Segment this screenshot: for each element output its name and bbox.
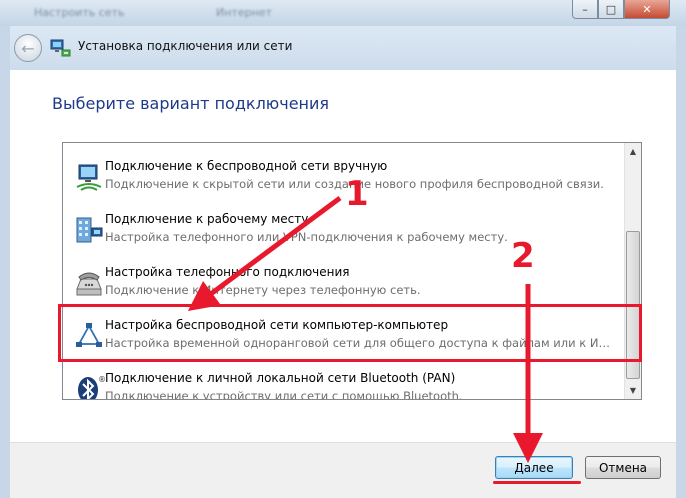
window-title: Установка подключения или сети — [78, 39, 293, 53]
page-heading: Выберите вариант подключения — [52, 94, 330, 113]
wireless-network-icon — [76, 164, 102, 191]
next-button-underline — [493, 481, 581, 484]
option-bluetooth-pan[interactable]: ® Подключение к личной локальной сети Bl… — [63, 365, 623, 400]
workplace-icon — [76, 217, 103, 243]
minimize-button[interactable]: – — [572, 0, 598, 19]
option-title: Подключение к беспроводной сети вручную — [105, 159, 388, 173]
highlight-box-adhoc — [58, 304, 642, 362]
option-title: Подключение к личной локальной сети Blue… — [105, 371, 456, 385]
window-border-right — [676, 26, 686, 498]
step-marker-1: 1 — [345, 174, 369, 214]
background-text: Интернет — [216, 6, 272, 19]
background-text: Настроить сеть — [34, 6, 125, 19]
next-button[interactable]: Далее — [495, 456, 573, 479]
option-description: Настройка телефонного или VPN-подключени… — [105, 230, 508, 244]
back-button[interactable]: ← — [14, 34, 42, 62]
window-border-left — [0, 26, 10, 498]
back-arrow-icon: ← — [21, 38, 35, 58]
window-controls: – □ ✕ — [572, 0, 670, 19]
network-setup-icon — [50, 39, 71, 57]
option-title: Подключение к рабочему месту — [105, 212, 309, 226]
scroll-down-icon[interactable]: ▼ — [625, 382, 641, 399]
option-workplace[interactable]: Подключение к рабочему месту Настройка т… — [63, 206, 623, 258]
close-button[interactable]: ✕ — [624, 0, 670, 19]
option-description: Подключение к Интернету через телефонную… — [105, 283, 421, 297]
maximize-button[interactable]: □ — [598, 0, 624, 19]
svg-text:®: ® — [98, 375, 105, 384]
step-marker-2: 2 — [511, 236, 535, 276]
telephone-icon — [76, 272, 102, 296]
scroll-up-icon[interactable]: ▲ — [625, 143, 641, 160]
wizard-content: Выберите вариант подключения Подключение… — [10, 70, 676, 442]
option-manual-wireless[interactable]: Подключение к беспроводной сети вручную … — [63, 153, 623, 205]
cancel-button[interactable]: Отмена — [585, 456, 661, 479]
option-description: Подключение к устройству или сети с помо… — [105, 389, 463, 400]
wizard-footer: Далее Отмена — [10, 442, 676, 498]
option-title: Настройка телефонного подключения — [105, 265, 350, 279]
wizard-header: ← Установка подключения или сети — [10, 26, 676, 70]
bluetooth-icon: ® — [78, 375, 105, 399]
